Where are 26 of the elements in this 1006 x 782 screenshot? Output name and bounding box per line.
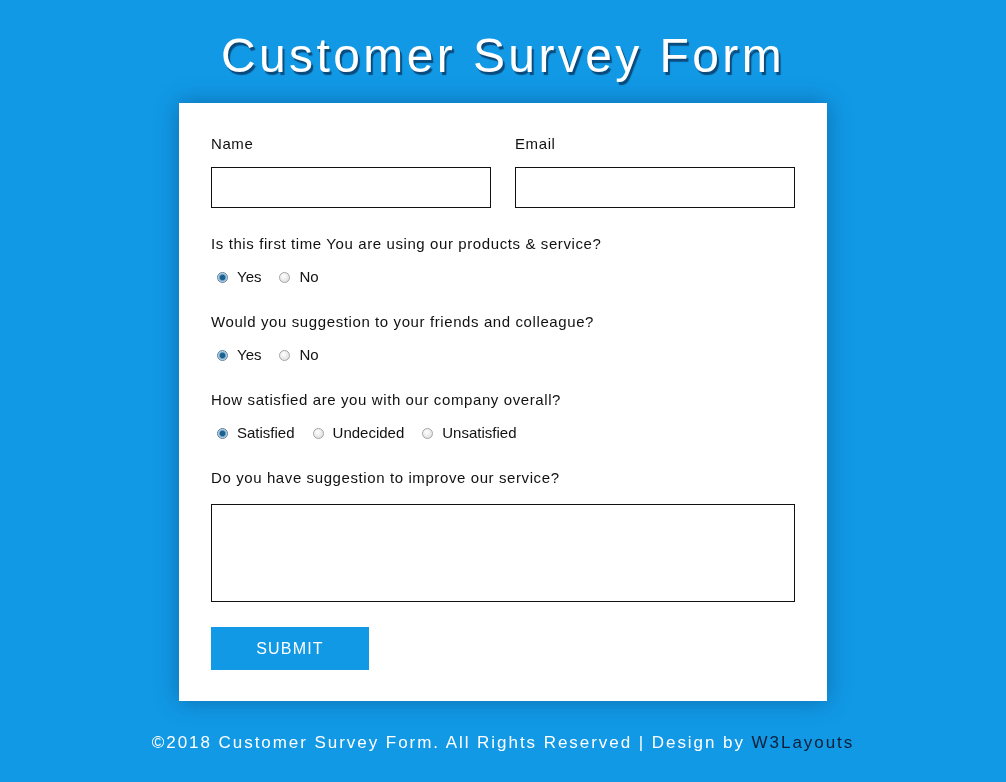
option-label[interactable]: Unsatisfied xyxy=(442,424,517,442)
radio-button[interactable] xyxy=(279,349,291,361)
input-field[interactable] xyxy=(211,167,491,208)
option-label[interactable]: Yes xyxy=(237,346,262,364)
question-label: Is this first time You are using our products & service? xyxy=(211,235,602,253)
footer-text: ©2018 Customer Survey Form. All Rights Reserved | Design by W3Layouts xyxy=(151,733,855,753)
option-label[interactable]: Undecided xyxy=(332,424,405,442)
question-label: Do you have suggestion to improve our service? xyxy=(211,469,560,487)
option-label[interactable]: No xyxy=(299,268,319,286)
radio-button[interactable] xyxy=(217,349,228,361)
footer-link[interactable]: W3Layouts xyxy=(751,733,855,752)
radio-button[interactable] xyxy=(422,427,434,439)
radio-button[interactable] xyxy=(217,427,228,439)
option-label[interactable]: Satisfied xyxy=(237,424,295,442)
field-label: Name xyxy=(211,135,254,153)
option-label[interactable]: Yes xyxy=(237,268,262,286)
page-title: Customer Survey Form xyxy=(220,28,786,84)
field-label: Email xyxy=(515,135,556,153)
radio-button[interactable] xyxy=(312,427,324,439)
question-label: How satisfied are you with our company overall? xyxy=(211,391,562,409)
radio-button[interactable] xyxy=(279,271,291,283)
radio-button[interactable] xyxy=(217,271,228,283)
textarea-field[interactable] xyxy=(211,504,795,602)
input-field[interactable] xyxy=(515,167,795,208)
question-label: Would you suggestion to your friends and colleague? xyxy=(211,313,595,331)
option-label[interactable]: No xyxy=(299,346,319,364)
